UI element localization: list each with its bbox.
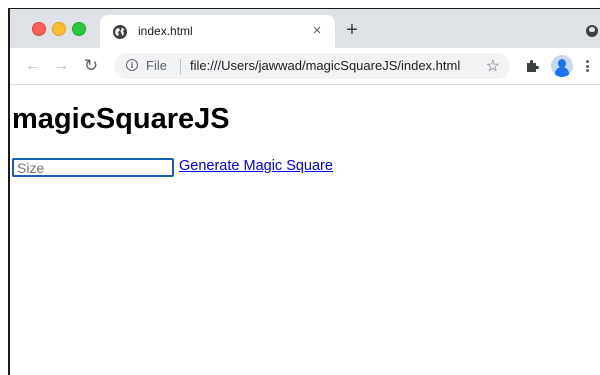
window-maximize-button[interactable] [72,22,86,36]
browser-toolbar: ← → ↻ i File file:///Users/jawwad/magicS… [10,48,600,85]
url-text[interactable]: file:///Users/jawwad/magicSquareJS/index… [190,58,460,73]
generate-magic-square-link[interactable]: Generate Magic Square [179,158,333,174]
info-icon[interactable]: i [126,59,138,71]
browser-window: index.html × + ← → ↻ i File file:///User… [0,0,600,375]
forward-arrow-icon[interactable]: → [52,57,70,75]
page-title: magicSquareJS [12,103,230,135]
kebab-menu-icon[interactable] [584,57,590,75]
scheme-label: File [146,58,167,73]
globe-icon [113,25,127,39]
profile-indicator-icon[interactable] [586,25,598,37]
new-tab-button[interactable]: + [343,20,361,40]
browser-chrome: index.html × + ← → ↻ i File file:///User… [10,9,600,85]
size-input[interactable] [12,158,174,177]
address-bar[interactable]: i File file:///Users/jawwad/magicSquareJ… [114,53,510,79]
address-separator [180,59,181,74]
page-content: magicSquareJS Generate Magic Square [10,85,600,375]
window-minimize-button[interactable] [52,22,66,36]
bookmark-star-icon[interactable]: ☆ [486,56,500,76]
avatar-body [555,67,569,77]
window-close-button[interactable] [32,22,46,36]
reload-icon[interactable]: ↻ [82,57,100,75]
tab-close-icon[interactable]: × [309,23,325,39]
tab-index-html[interactable]: index.html × [100,15,335,48]
tab-title: index.html [138,24,193,38]
tab-strip: index.html × + [10,9,600,48]
back-arrow-icon[interactable]: ← [24,57,42,75]
puzzle-icon[interactable] [524,58,540,74]
avatar[interactable] [551,55,573,77]
